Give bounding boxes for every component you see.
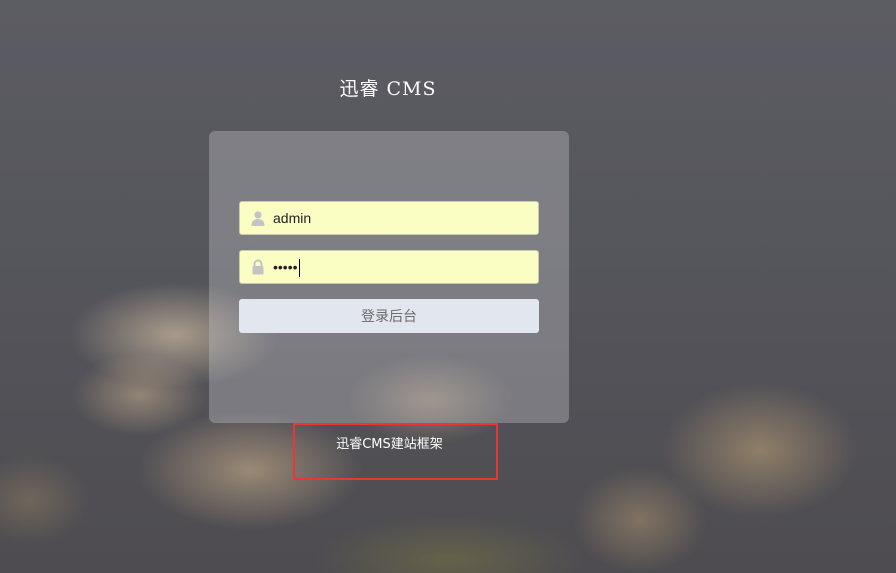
username-field[interactable]: admin (239, 201, 539, 235)
username-value: admin (273, 210, 312, 226)
password-mask: ••••• (273, 259, 298, 275)
text-caret (298, 259, 300, 278)
password-field[interactable]: ••••• (239, 250, 539, 284)
lock-icon (250, 259, 266, 275)
password-value: ••••• (273, 251, 300, 283)
site-title: 迅睿 CMS (339, 78, 437, 100)
user-icon (250, 210, 266, 226)
login-button[interactable]: 登录后台 (239, 299, 539, 333)
highlight-box (293, 423, 498, 480)
login-panel: admin ••••• 登录后台 (209, 131, 569, 423)
